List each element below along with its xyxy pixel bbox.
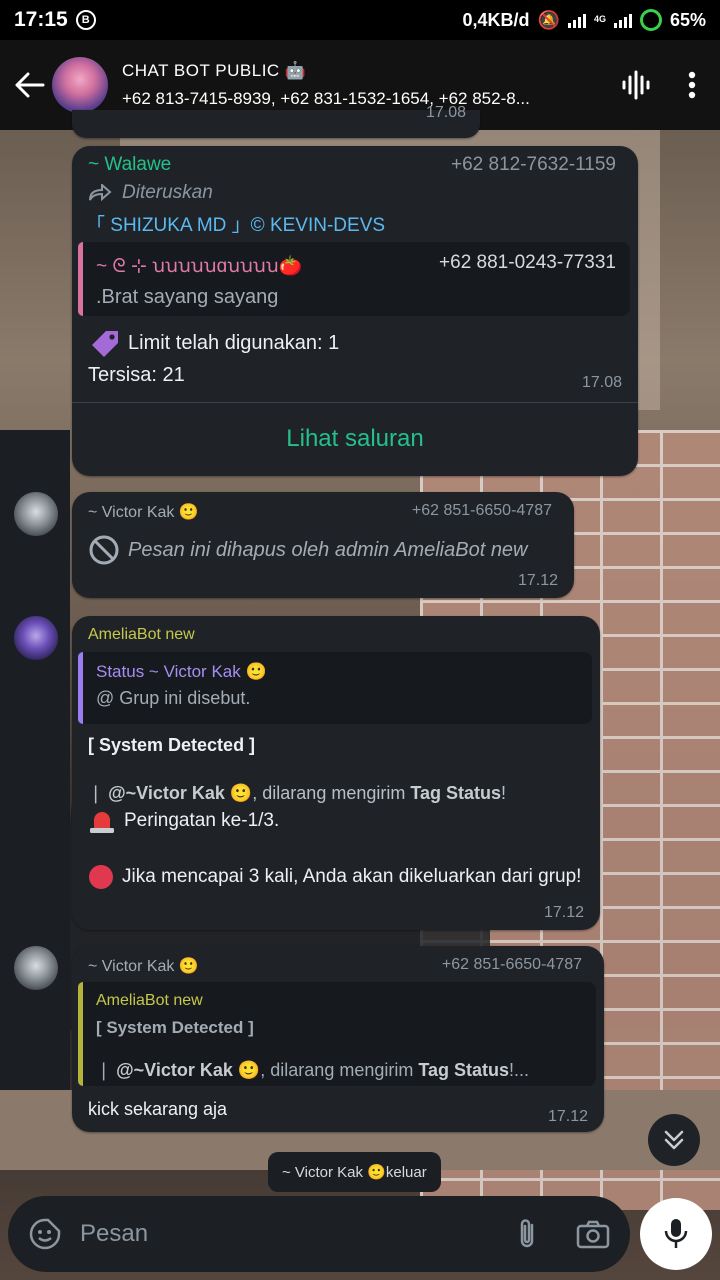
quote-phone: +62 881-0243-77331 <box>439 252 616 273</box>
message-input[interactable]: Pesan <box>80 1220 512 1248</box>
message-walawe[interactable]: ~ Walawe +62 812-7632-1159 Diteruskan 「 … <box>72 146 638 476</box>
signal-icon <box>567 12 586 28</box>
message-victor-deleted[interactable]: ~ Victor Kak 🙂 +62 851-6650-4787 Pesan i… <box>72 492 574 598</box>
back-arrow-icon[interactable] <box>4 59 56 111</box>
bell-off-icon: 🔕 <box>537 9 560 30</box>
network-speed: 0,4KB/d <box>462 9 530 30</box>
attach-icon[interactable] <box>512 1217 542 1251</box>
chat-title-area[interactable]: CHAT BOT PUBLIC 🤖 +62 813-7415-8939, +62… <box>122 61 608 109</box>
warning-line: Peringatan ke-1/3. <box>88 806 279 836</box>
quoted-message[interactable]: AmeliaBot new [ System Detected ] ❘ @~Vi… <box>78 982 596 1086</box>
victor-avatar[interactable] <box>14 946 58 990</box>
victor-avatar[interactable] <box>14 492 58 536</box>
system-event-action: keluar <box>385 1163 427 1181</box>
system-event: ~ Victor Kak 🙂 keluar <box>268 1152 441 1192</box>
message-time: 17.12 <box>547 1108 588 1125</box>
mention-line: ❘ @~Victor Kak 🙂, dilarang mengirim Tag … <box>88 783 507 803</box>
tag-icon <box>92 331 118 357</box>
message-victor-reply[interactable]: ~ Victor Kak 🙂 +62 851-6650-4787 AmeliaB… <box>72 946 604 1132</box>
quoted-message[interactable]: ~ ᘓ ⊹ ꭒꭒꭒꭒꭒɑꭒꭒꭒꭒ🍅 +62 881-0243-77331 .Br… <box>78 242 630 316</box>
message-time: 17.08 <box>581 374 622 391</box>
message-sender[interactable]: AmeliaBot new <box>88 626 195 644</box>
limit-line: Limit telah digunakan: 1 <box>88 328 339 358</box>
forward-icon <box>89 184 112 202</box>
quote-sender: ~ ᘓ ⊹ ꭒꭒꭒꭒꭒɑꭒꭒꭒꭒ🍅 <box>96 256 303 277</box>
chat-title: CHAT BOT PUBLIC 🤖 <box>122 61 307 80</box>
forwarded-label: Diteruskan <box>88 182 213 204</box>
quote-sender: AmeliaBot new <box>96 992 203 1009</box>
message-sender[interactable]: ~ Victor Kak 🙂 <box>88 956 199 976</box>
remaining-line: Tersisa: 21 <box>88 364 185 386</box>
sticker-emoji-icon[interactable] <box>28 1217 62 1251</box>
camera-icon[interactable] <box>576 1219 610 1249</box>
ameliabot-avatar[interactable] <box>14 616 58 660</box>
message-time: 17.08 <box>425 104 466 121</box>
quote-text: @ Grup ini disebut. <box>96 688 251 708</box>
message-time: 17.12 <box>543 904 584 921</box>
message-sender[interactable]: ~ Victor Kak 🙂 <box>88 502 199 522</box>
message-list[interactable]: 17.08 ~ Walawe +62 812-7632-1159 Diterus… <box>0 104 720 1190</box>
view-channel-button[interactable]: Lihat saluran <box>72 404 638 474</box>
system-heading: [ System Detected ] <box>88 735 256 755</box>
message-ameliabot[interactable]: AmeliaBot new Status ~ Victor Kak 🙂 @ Gr… <box>72 616 600 930</box>
signal-icon-2 <box>613 12 632 28</box>
kick-notice-line: Jika mencapai 3 kali, Anda akan dikeluar… <box>88 862 581 892</box>
message-text: kick sekarang aja <box>88 1099 228 1119</box>
siren-icon <box>90 812 114 833</box>
deleted-icon <box>89 535 119 565</box>
group-avatar[interactable] <box>52 57 108 113</box>
microphone-icon <box>664 1219 688 1248</box>
quoted-message[interactable]: Status ~ Victor Kak 🙂 @ Grup ini disebut… <box>78 652 592 724</box>
sender-phone[interactable]: +62 851-6650-4787 <box>412 502 552 520</box>
message-input-bar[interactable]: Pesan <box>8 1196 630 1272</box>
status-bar: 17:15 B 0,4KB/d 🔕 4G 65% <box>0 0 720 40</box>
chevron-double-down-icon <box>664 1130 684 1150</box>
red-circle-icon <box>89 865 113 889</box>
network-type: 4G <box>593 14 606 24</box>
voice-chat-icon[interactable] <box>608 57 664 113</box>
battery-percent: 65% <box>669 9 706 30</box>
mention[interactable]: @~Victor Kak 🙂 <box>108 783 252 803</box>
status-time: 17:15 <box>14 8 68 31</box>
chat-participants: +62 813-7415-8939, +62 831-1532-1654, +6… <box>122 89 530 108</box>
sender-phone[interactable]: +62 851-6650-4787 <box>442 956 582 974</box>
scroll-to-bottom-button[interactable] <box>648 1114 700 1166</box>
app-badge-icon: B <box>75 10 96 30</box>
quote-text: .Brat sayang sayang <box>96 286 279 308</box>
battery-icon <box>639 9 662 31</box>
quote-sender: Status ~ Victor Kak 🙂 <box>96 662 267 681</box>
message-time: 17.12 <box>517 572 558 589</box>
deleted-notice: Pesan ini dihapus oleh admin AmeliaBot n… <box>88 534 528 566</box>
sender-phone[interactable]: +62 812-7632-1159 <box>451 154 616 176</box>
divider <box>72 402 638 403</box>
quote-heading: [ System Detected ] <box>96 1018 254 1037</box>
more-options-icon[interactable] <box>664 57 720 113</box>
system-event-name: ~ Victor Kak 🙂 <box>282 1164 386 1181</box>
message-sender[interactable]: ~ Walawe <box>88 154 171 176</box>
voice-record-button[interactable] <box>640 1198 712 1270</box>
quote-text: ❘ @~Victor Kak 🙂, dilarang mengirim Tag … <box>96 1060 530 1080</box>
forward-channel-name[interactable]: 「 SHIZUKA MD 」© KEVIN-DEVS <box>86 210 385 237</box>
previous-message[interactable]: 17.08 <box>72 104 480 138</box>
